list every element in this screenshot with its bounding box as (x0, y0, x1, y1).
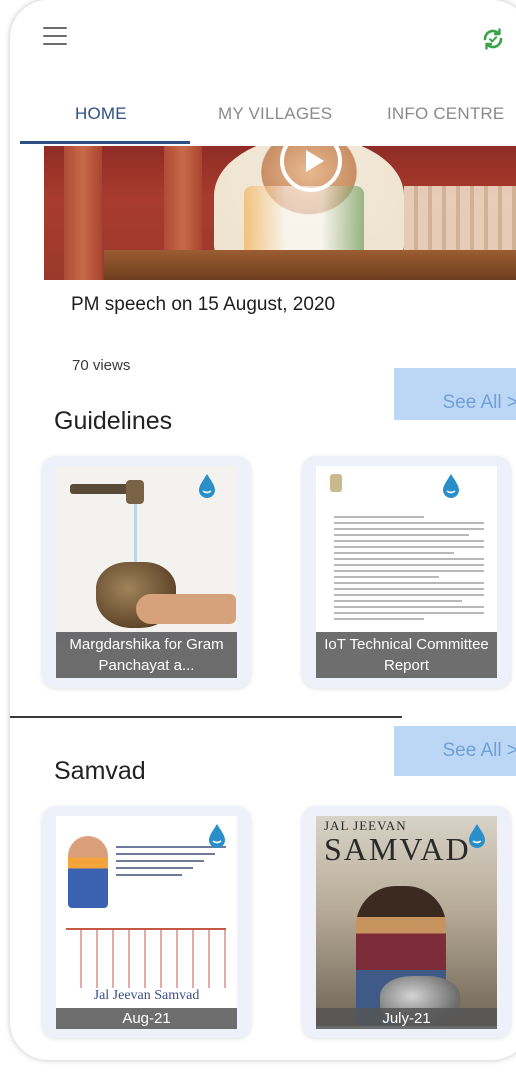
thumbnail-pillar (64, 146, 102, 280)
guidelines-heading: Guidelines (54, 407, 173, 435)
document-text-lines (334, 516, 484, 624)
poster-red-fort (66, 928, 226, 988)
guideline-card[interactable]: IoT Technical Committee Report (302, 456, 511, 688)
cover-hand (136, 594, 236, 624)
samvad-card[interactable]: JAL JEEVAN SAMVAD July-21 (302, 806, 511, 1038)
samvad-caption: Aug-21 (56, 1008, 237, 1029)
video-views: 70 views (72, 357, 131, 374)
poster-title: Jal Jeevan Samvad (93, 988, 200, 1003)
samvad-cover: Jal Jeevan Samvad (56, 816, 237, 1026)
thumbnail-crowd (404, 186, 516, 250)
video-thumbnail[interactable] (44, 146, 516, 280)
video-title[interactable]: PM speech on 15 August, 2020 (71, 294, 335, 316)
cover-tap-head (126, 480, 144, 504)
guideline-caption: Margdarshika for Gram Panchayat a... (56, 632, 237, 678)
guidelines-see-all-button[interactable]: See All > (394, 368, 516, 420)
jal-jeevan-logo-icon (469, 824, 485, 848)
tab-my-villages[interactable]: MY VILLAGES (218, 104, 332, 124)
app-bar (10, 0, 516, 80)
national-emblem-icon (330, 474, 342, 492)
tab-home[interactable]: HOME (75, 104, 127, 124)
poster-portrait (68, 836, 108, 908)
samvad-card[interactable]: Jal Jeevan Samvad Aug-21 (42, 806, 251, 1038)
samvad-cover: JAL JEEVAN SAMVAD (316, 816, 497, 1026)
guideline-card[interactable]: Margdarshika for Gram Panchayat a... (42, 456, 251, 688)
jal-jeevan-logo-icon (443, 474, 459, 498)
hamburger-menu-icon[interactable] (43, 27, 67, 45)
samvad-see-all-button[interactable]: See All > (394, 726, 516, 776)
tab-bar: HOME MY VILLAGES INFO CENTRE (10, 80, 516, 146)
sync-icon[interactable] (480, 26, 506, 52)
tab-info-centre[interactable]: INFO CENTRE (387, 104, 504, 124)
poster-text-lines (116, 846, 226, 881)
jal-jeevan-logo-icon (209, 824, 225, 848)
samvad-caption: July-21 (316, 1008, 497, 1029)
active-tab-indicator (20, 141, 190, 144)
thumbnail-podium (104, 250, 516, 280)
guideline-caption: IoT Technical Committee Report (316, 632, 497, 678)
jal-jeevan-logo-icon (199, 474, 215, 498)
samvad-heading: Samvad (54, 757, 146, 785)
phone-screen: HOME MY VILLAGES INFO CENTRE PM speech o… (10, 0, 516, 1060)
section-divider (10, 716, 402, 718)
